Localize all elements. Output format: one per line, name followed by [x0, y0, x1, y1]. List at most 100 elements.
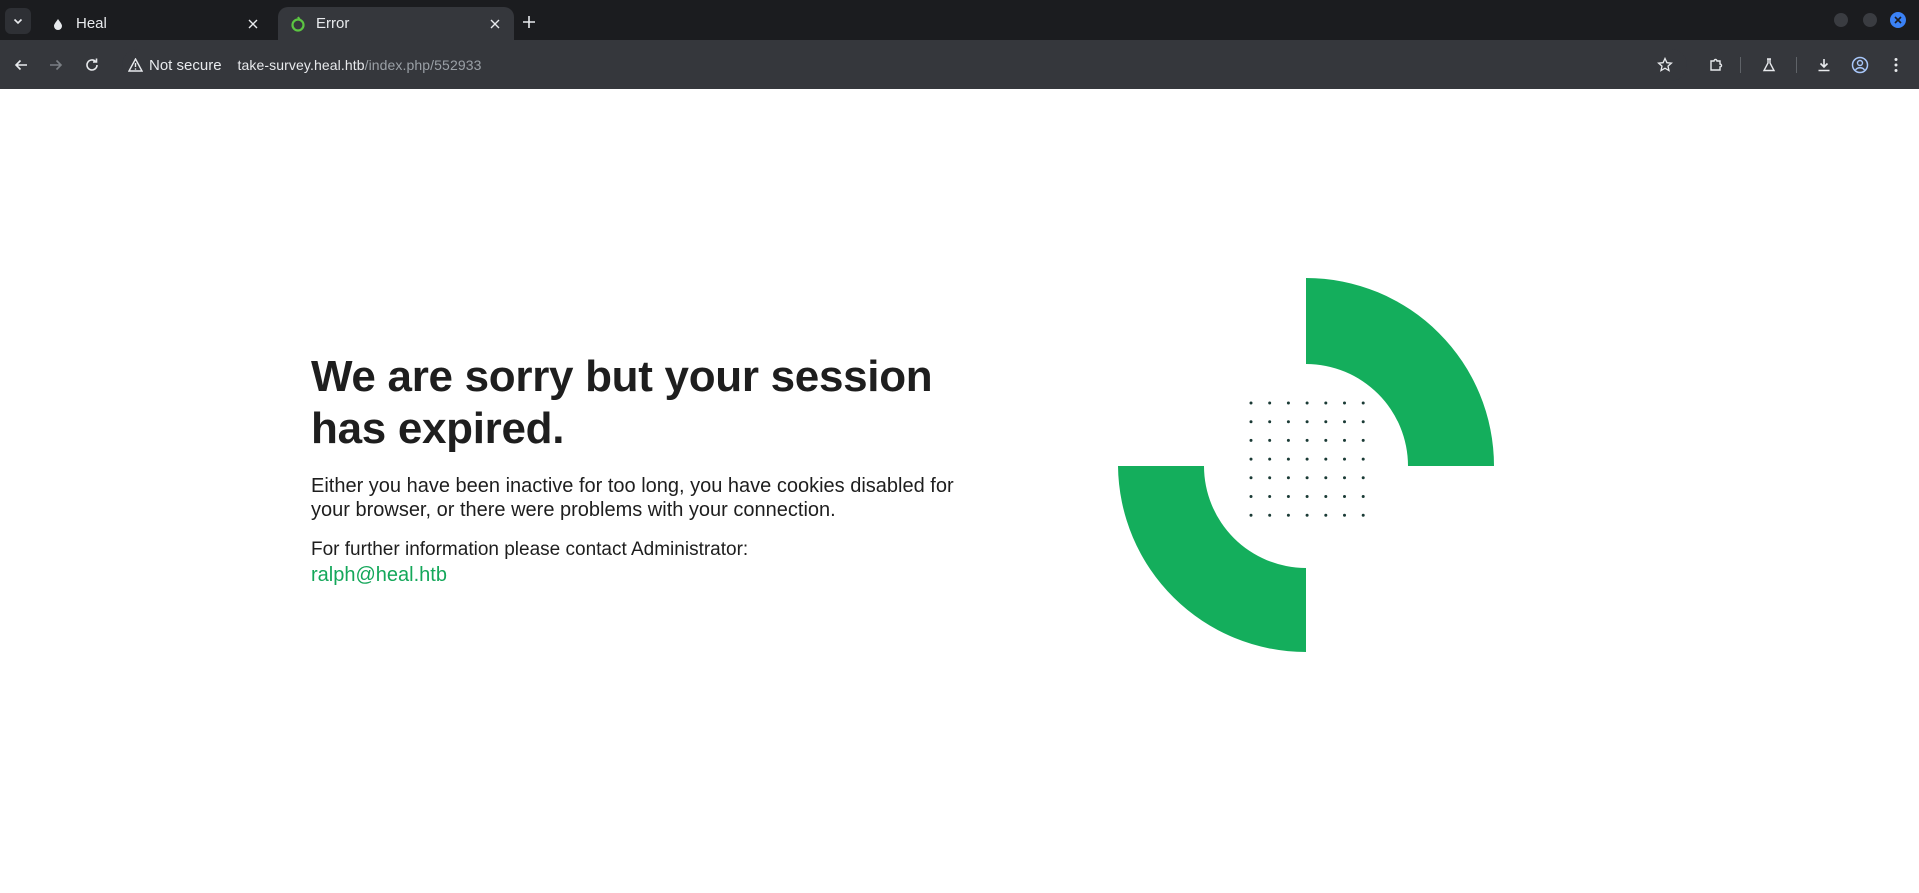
flask-icon	[1762, 58, 1776, 72]
tab-strip: Heal Error	[0, 0, 1919, 40]
error-description: Either you have been inactive for too lo…	[311, 475, 954, 521]
minimize-button[interactable]	[1834, 13, 1848, 27]
dot	[1305, 457, 1309, 461]
kebab-menu-icon	[1894, 58, 1898, 72]
close-icon[interactable]	[486, 15, 504, 33]
dot	[1361, 438, 1365, 442]
url-text[interactable]: take-survey.heal.htb/index.php/552933	[238, 57, 482, 73]
dot	[1361, 495, 1365, 498]
puzzle-icon	[1710, 58, 1723, 71]
dot	[1324, 513, 1328, 517]
dot	[1361, 513, 1365, 517]
dot	[1324, 476, 1328, 480]
security-chip[interactable]: Not secure	[128, 57, 222, 74]
dot	[1305, 476, 1309, 480]
security-label: Not secure	[149, 56, 222, 74]
window-close-button[interactable]	[1890, 12, 1906, 28]
dot	[1286, 476, 1290, 480]
dot	[1305, 438, 1309, 442]
maximize-button[interactable]	[1863, 13, 1877, 27]
dot	[1249, 438, 1253, 442]
chevron-down-icon	[13, 18, 23, 25]
dot	[1343, 401, 1346, 405]
downloads-button[interactable]	[1812, 53, 1836, 77]
dot	[1286, 420, 1290, 424]
dot	[1343, 438, 1346, 442]
close-icon	[1894, 16, 1902, 24]
dot	[1249, 420, 1253, 424]
tab-heal[interactable]: Heal	[38, 7, 272, 40]
dot	[1361, 476, 1365, 480]
error-message: We are sorry but your session has expire…	[311, 351, 971, 588]
toolbar-separator	[1796, 57, 1797, 73]
back-button[interactable]	[9, 53, 33, 77]
dot	[1249, 476, 1253, 480]
download-icon	[1818, 59, 1830, 72]
decorative-graphic	[1118, 278, 1494, 652]
dot	[1343, 420, 1346, 424]
close-icon[interactable]	[244, 15, 262, 33]
url-path: /index.php/552933	[364, 57, 482, 73]
labs-button[interactable]	[1757, 53, 1781, 77]
plus-icon	[523, 16, 535, 28]
dot	[1268, 420, 1272, 424]
tab-title: Error	[316, 15, 350, 32]
new-tab-button[interactable]	[518, 11, 540, 33]
dot	[1324, 420, 1328, 424]
dot	[1268, 495, 1272, 498]
toolbar-separator	[1740, 57, 1741, 73]
dot	[1361, 457, 1365, 461]
page-content: We are sorry but your session has expire…	[0, 89, 1919, 893]
arrow-left-icon	[14, 59, 27, 71]
dot	[1249, 401, 1253, 405]
dot	[1361, 401, 1365, 405]
dot	[1249, 495, 1253, 498]
dot	[1268, 438, 1272, 442]
dot	[1268, 476, 1272, 480]
dot	[1343, 457, 1346, 461]
star-icon	[1657, 57, 1673, 72]
address-bar[interactable]: Not secure take-survey.heal.htb/index.ph…	[122, 49, 1687, 81]
page-title: We are sorry but your session has expire…	[311, 352, 933, 453]
green-arc-top-right	[1306, 278, 1494, 466]
browser-chrome: Heal Error Not secure take-survey.heal.h…	[0, 0, 1919, 89]
dot	[1343, 495, 1346, 498]
toolbar: Not secure take-survey.heal.htb/index.ph…	[0, 40, 1919, 89]
tab-list-button[interactable]	[5, 8, 31, 34]
dot	[1324, 438, 1328, 442]
dot	[1286, 495, 1290, 498]
forward-button[interactable]	[44, 53, 68, 77]
dot	[1305, 495, 1309, 498]
dot	[1268, 457, 1272, 461]
warning-icon	[128, 58, 143, 72]
dot	[1305, 420, 1309, 424]
admin-email-link[interactable]: ralph@heal.htb	[311, 562, 447, 588]
dot	[1324, 457, 1328, 461]
dot	[1286, 457, 1290, 461]
reload-button[interactable]	[80, 53, 104, 77]
account-icon	[1851, 56, 1869, 74]
limesurvey-favicon-icon	[290, 15, 306, 32]
dot	[1361, 420, 1365, 424]
bookmark-star-button[interactable]	[1653, 53, 1677, 77]
dot	[1249, 513, 1253, 517]
dot-grid	[1249, 401, 1365, 517]
tab-title: Heal	[76, 15, 107, 32]
profile-button[interactable]	[1848, 53, 1872, 77]
dot	[1343, 513, 1346, 517]
dot	[1286, 438, 1290, 442]
extensions-button[interactable]	[1704, 53, 1728, 77]
dot	[1343, 476, 1346, 480]
dot	[1268, 401, 1272, 405]
contact-text: For further information please contact A…	[311, 539, 749, 560]
green-arc-bottom-left	[1118, 466, 1306, 652]
url-host: take-survey.heal.htb	[237, 57, 365, 73]
arrow-right-icon	[50, 59, 63, 71]
dot	[1324, 401, 1328, 405]
dot	[1286, 401, 1290, 405]
dot	[1305, 401, 1309, 405]
dot	[1324, 495, 1328, 498]
menu-button[interactable]	[1884, 53, 1908, 77]
tab-error[interactable]: Error	[278, 7, 514, 40]
dot	[1249, 457, 1253, 461]
